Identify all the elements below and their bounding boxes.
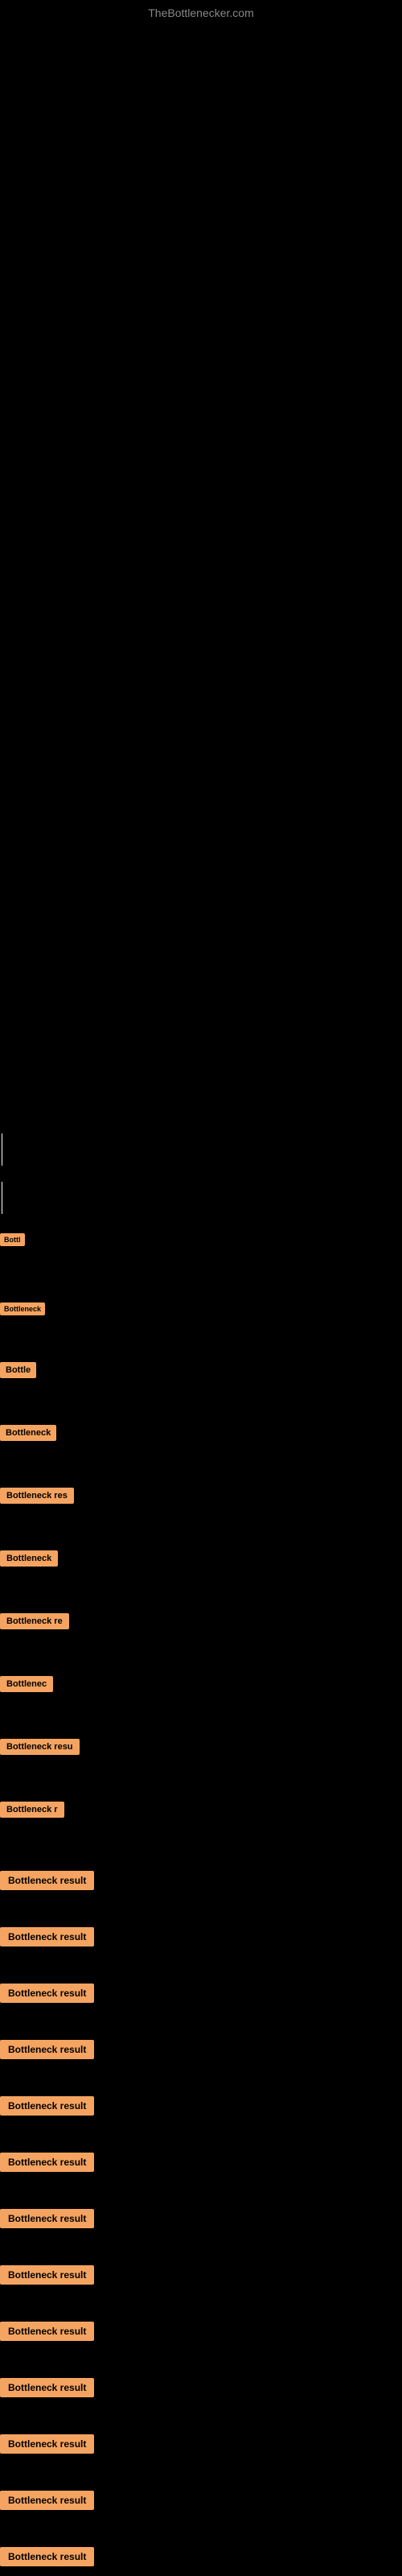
result-item-6: Bottleneck: [0, 1549, 402, 1568]
result-badge-2: Bottleneck: [0, 1302, 45, 1315]
result-item-full-3: Bottleneck result: [0, 1984, 402, 2003]
result-item-5: Bottleneck res: [0, 1486, 402, 1505]
result-item-8: Bottlenec: [0, 1674, 402, 1694]
result-item-full-10: Bottleneck result: [0, 2378, 402, 2397]
result-item-full-2: Bottleneck result: [0, 1927, 402, 1946]
result-item-9: Bottleneck resu: [0, 1737, 402, 1757]
result-item-2: Bottleneck: [0, 1299, 402, 1317]
result-badge-6: Bottleneck: [0, 1550, 58, 1567]
result-item-4: Bottleneck: [0, 1423, 402, 1443]
result-item-full-5: Bottleneck result: [0, 2096, 402, 2116]
result-item-full-1: Bottleneck result: [0, 1871, 402, 1890]
result-item-full-4: Bottleneck result: [0, 2040, 402, 2059]
result-item-10: Bottleneck r: [0, 1800, 402, 1819]
result-badge-9: Bottleneck resu: [0, 1739, 80, 1755]
result-badge-4: Bottleneck: [0, 1425, 56, 1441]
chart-area: [0, 23, 402, 908]
result-badge-full-1: Bottleneck result: [0, 1871, 94, 1890]
result-badge-full-6: Bottleneck result: [0, 2153, 94, 2172]
result-badge-full-4: Bottleneck result: [0, 2040, 94, 2059]
result-badge-full-12: Bottleneck result: [0, 2491, 94, 2510]
result-badge-7: Bottleneck re: [0, 1613, 69, 1629]
result-item-3: Bottle: [0, 1360, 402, 1380]
result-badge-full-13: Bottleneck result: [0, 2547, 94, 2566]
results-section-early: Bottl Bottleneck Bottle Bottleneck Bottl…: [0, 1214, 402, 1819]
result-badge-8: Bottlenec: [0, 1676, 53, 1692]
result-item-full-6: Bottleneck result: [0, 2153, 402, 2172]
result-badge-10: Bottleneck r: [0, 1802, 64, 1818]
result-badge-full-11: Bottleneck result: [0, 2434, 94, 2454]
result-badge-full-9: Bottleneck result: [0, 2322, 94, 2341]
result-badge-full-7: Bottleneck result: [0, 2209, 94, 2228]
result-item-7: Bottleneck re: [0, 1612, 402, 1631]
result-badge-5: Bottleneck res: [0, 1488, 74, 1504]
result-badge-1: Bottl: [0, 1233, 25, 1246]
site-title: TheBottlenecker.com: [0, 0, 402, 23]
result-badge-full-10: Bottleneck result: [0, 2378, 94, 2397]
line-indicators: [0, 1133, 402, 1214]
result-badge-full-8: Bottleneck result: [0, 2265, 94, 2285]
result-badge-full-3: Bottleneck result: [0, 1984, 94, 2003]
result-item-full-13: Bottleneck result: [0, 2547, 402, 2566]
result-badge-full-2: Bottleneck result: [0, 1927, 94, 1946]
result-item-full-7: Bottleneck result: [0, 2209, 402, 2228]
result-badge-3: Bottle: [0, 1362, 36, 1378]
results-section-full: Bottleneck result Bottleneck result Bott…: [0, 1823, 402, 2566]
result-item-full-12: Bottleneck result: [0, 2491, 402, 2510]
result-item-1: Bottl: [0, 1230, 402, 1248]
result-item-full-9: Bottleneck result: [0, 2322, 402, 2341]
result-badge-full-5: Bottleneck result: [0, 2096, 94, 2116]
result-item-full-11: Bottleneck result: [0, 2434, 402, 2454]
result-item-full-8: Bottleneck result: [0, 2265, 402, 2285]
spacer-1: [0, 908, 402, 1133]
